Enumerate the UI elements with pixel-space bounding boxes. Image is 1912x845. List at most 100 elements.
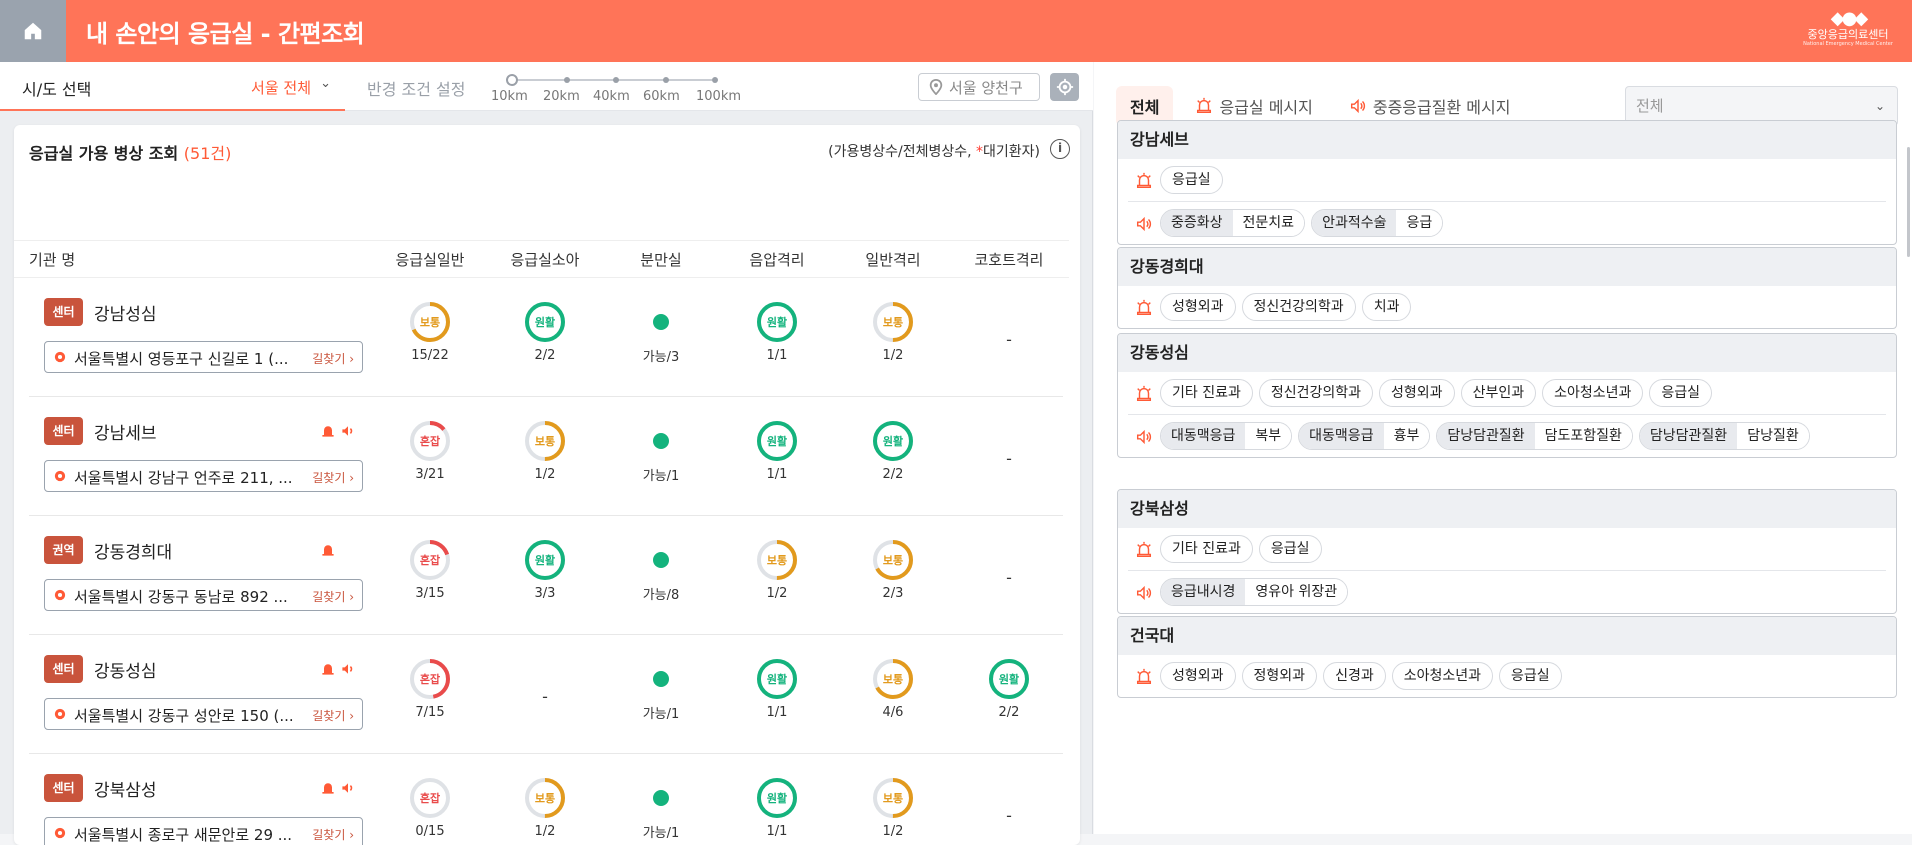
disease-category: 대동맥응급	[1299, 423, 1384, 449]
column-header: 분만실	[640, 251, 682, 269]
address-box[interactable]: 서울특별시 종로구 새문안로 29 ... 길찾기 ›	[44, 817, 363, 845]
disease-category: 중증화상	[1161, 210, 1233, 236]
address-box[interactable]: 서울특별시 강동구 동남로 892 ... 길찾기 ›	[44, 579, 363, 611]
status-text: 보통	[883, 316, 903, 329]
department-chip[interactable]: 신경과	[1323, 662, 1386, 690]
department-chip[interactable]: 기타 진료과	[1160, 535, 1253, 563]
hospital-row[interactable]: 센터 강남성심 서울특별시 영등포구 신길로 1 (... 길찾기 › 보통 15/22 원…	[29, 278, 1063, 397]
bed-cell-코호트격리: -	[969, 538, 1049, 587]
info-icon[interactable]: i	[1050, 139, 1070, 159]
radius-slider[interactable]: 10km 20km 40km 60km 100km	[491, 72, 741, 106]
disease-chip[interactable]: 담낭담관질환 담도포함질환	[1436, 422, 1633, 450]
radius-stop[interactable]	[613, 77, 619, 83]
hospital-name[interactable]: 건국대	[1118, 617, 1896, 655]
hospital-name[interactable]: 강북삼성	[94, 776, 157, 801]
hospital-name[interactable]: 강북삼성	[1118, 490, 1896, 528]
department-chip[interactable]: 응급실	[1258, 535, 1322, 563]
radius-stop[interactable]	[564, 77, 570, 83]
alarm-bell-icon[interactable]	[320, 780, 336, 800]
hospital-row[interactable]: 권역 강동경희대 서울특별시 강동구 동남로 892 ... 길찾기 › 혼잡 3/15 원…	[29, 516, 1063, 635]
region-select[interactable]: 시/도 선택 서울 전체 ⌄	[0, 62, 345, 111]
speaker-icon[interactable]	[340, 423, 356, 443]
hospital-name[interactable]: 강동경희대	[1118, 248, 1896, 286]
department-chip[interactable]: 소아청소년과	[1542, 379, 1644, 407]
hospital-row[interactable]: 센터 강동성심 서울특별시 강동구 성안로 150 (... 길찾기 › 혼잡 7/15 -…	[29, 635, 1063, 754]
hospital-name[interactable]: 강남세브	[94, 419, 157, 444]
speaker-icon	[1135, 428, 1153, 450]
hospital-address: 서울특별시 강남구 언주로 211, ...	[74, 469, 293, 487]
disease-category: 응급내시경	[1161, 579, 1246, 605]
department-chip[interactable]: 기타 진료과	[1160, 379, 1253, 407]
bed-count: 가능/3	[642, 350, 680, 365]
directions-link[interactable]: 길찾기 ›	[312, 588, 354, 605]
directions-link[interactable]: 길찾기 ›	[312, 350, 354, 367]
speaker-icon[interactable]	[340, 780, 356, 800]
hospital-name[interactable]: 강동성심	[1118, 334, 1896, 372]
status-text: 보통	[420, 316, 440, 329]
home-button[interactable]	[0, 0, 66, 62]
department-chip[interactable]: 응급실	[1498, 662, 1562, 690]
tab-label: 전체	[1130, 98, 1160, 117]
radius-handle[interactable]	[506, 74, 518, 86]
department-chip[interactable]: 치과	[1361, 293, 1412, 321]
bed-count: 1/2	[534, 467, 556, 482]
alarm-bell-icon	[1135, 385, 1153, 407]
department-chip[interactable]: 성형외과	[1160, 293, 1236, 321]
disease-chip[interactable]: 응급내시경 영유아 위장관	[1160, 578, 1349, 606]
hospital-name[interactable]: 강동성심	[94, 657, 157, 682]
bed-cell-응급실소아: 보통 1/2	[505, 419, 585, 482]
result-count: (51건)	[183, 144, 232, 163]
gps-button[interactable]	[1050, 73, 1079, 101]
address-box[interactable]: 서울특별시 영등포구 신길로 1 (... 길찾기 ›	[44, 341, 363, 373]
alarm-bell-icon[interactable]	[320, 423, 336, 443]
region-label: 시/도 선택	[22, 80, 92, 99]
directions-link[interactable]: 길찾기 ›	[312, 826, 354, 843]
department-chip[interactable]: 산부인과	[1460, 379, 1537, 407]
address-box[interactable]: 서울특별시 강동구 성안로 150 (... 길찾기 ›	[44, 698, 363, 730]
hospital-name[interactable]: 강남성심	[94, 300, 157, 325]
radius-tick-label: 60km	[643, 89, 680, 104]
department-chip[interactable]: 성형외과	[1379, 379, 1455, 407]
disease-chip[interactable]: 안과적수술 응급	[1311, 209, 1444, 237]
disease-detail: 흉부	[1383, 423, 1430, 449]
alarm-bell-icon[interactable]	[320, 661, 336, 681]
bed-count: 2/2	[998, 705, 1020, 720]
radius-tick-label: 100km	[696, 89, 742, 104]
page-title: 내 손안의 응급실 - 간편조회	[86, 20, 365, 48]
alarm-bell-icon[interactable]	[320, 542, 336, 562]
department-chip[interactable]: 응급실	[1160, 166, 1223, 194]
address-box[interactable]: 서울특별시 강남구 언주로 211, ... 길찾기 ›	[44, 460, 363, 492]
disease-chip[interactable]: 담낭담관질환 담낭질환	[1638, 422, 1810, 450]
hospital-name[interactable]: 강동경희대	[94, 538, 172, 563]
hospital-row[interactable]: 센터 강북삼성 서울특별시 종로구 새문안로 29 ... 길찾기 › 혼잡 0/15 보통…	[29, 754, 1063, 845]
disease-chip[interactable]: 대동맥응급 흉부	[1298, 422, 1431, 450]
message-scrollbar[interactable]	[1907, 147, 1910, 257]
department-chip[interactable]: 정형외과	[1241, 662, 1318, 690]
radius-tick-label: 10km	[491, 89, 528, 104]
department-chip[interactable]: 응급실	[1649, 379, 1713, 407]
current-location-button[interactable]: 서울 양천구	[918, 73, 1040, 101]
disease-chip[interactable]: 중증화상 전문치료	[1160, 209, 1306, 237]
bed-count: 1/1	[766, 824, 788, 839]
bed-cell-응급실일반: 혼잡 7/15	[390, 657, 470, 720]
disease-chip[interactable]: 대동맥응급 복부	[1160, 422, 1293, 450]
bed-cell-코호트격리: -	[969, 776, 1049, 825]
bed-count: 1/2	[882, 824, 904, 839]
bed-cell-음압격리: 원활 1/1	[737, 657, 817, 720]
radius-stop[interactable]	[663, 77, 669, 83]
department-chip[interactable]: 정신건강의학과	[1241, 293, 1356, 321]
radius-stop[interactable]	[712, 77, 718, 83]
department-chip[interactable]: 소아청소년과	[1391, 662, 1493, 690]
logo-subtext: National Emergency Medical Center	[1803, 41, 1893, 47]
status-text: 보통	[883, 554, 903, 567]
bed-count: 가능/1	[642, 707, 680, 722]
department-chip[interactable]: 성형외과	[1160, 662, 1236, 690]
department-chip[interactable]: 정신건강의학과	[1258, 379, 1374, 407]
hospital-name[interactable]: 강남세브	[1118, 121, 1896, 159]
legend-prefix: (가용병상수/전체병상수,	[828, 144, 977, 160]
directions-link[interactable]: 길찾기 ›	[312, 707, 354, 724]
hospital-row[interactable]: 센터 강남세브 서울특별시 강남구 언주로 211, ... 길찾기 › 혼잡 3/21 보…	[29, 397, 1063, 516]
bed-count: 1/1	[766, 705, 788, 720]
directions-link[interactable]: 길찾기 ›	[312, 469, 354, 486]
speaker-icon[interactable]	[340, 661, 356, 681]
